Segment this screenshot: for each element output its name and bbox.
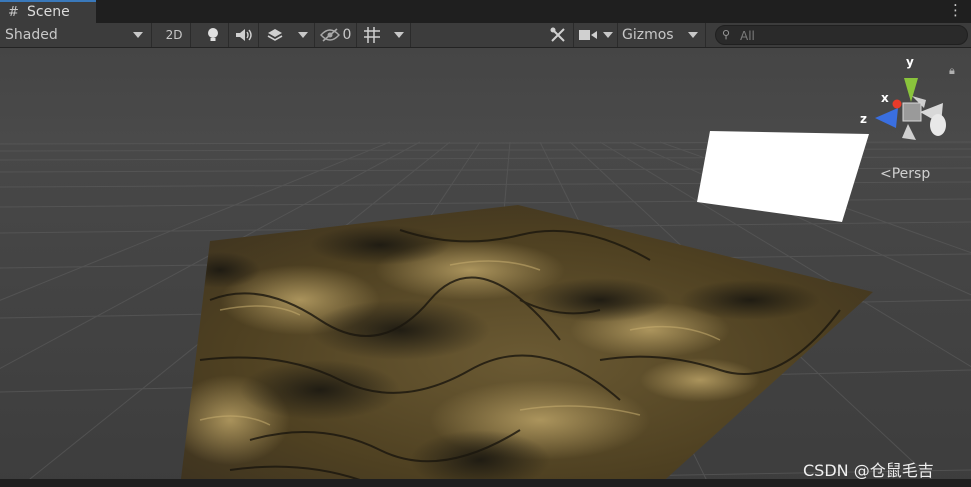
tab-scene[interactable]: # Scene (0, 0, 96, 23)
perspective-icon: < (880, 166, 892, 182)
lightbulb-icon (207, 28, 218, 41)
gizmos-label: Gizmos (622, 27, 674, 43)
grid-dropdown[interactable] (387, 23, 411, 47)
effects-toggle[interactable] (259, 23, 291, 47)
speaker-icon (235, 29, 252, 41)
mode-2d-label: 2D (165, 28, 183, 42)
tab-bar: # Scene ⋮ (0, 0, 971, 23)
chevron-down-icon (297, 32, 308, 38)
camera-dropdown[interactable] (574, 23, 618, 47)
scene-toolbar: Shaded 2D 0 Gizmos ⚲ All (0, 23, 971, 48)
camera-icon (578, 30, 597, 40)
tools-icon (550, 27, 565, 42)
chevron-down-icon (602, 32, 613, 38)
lock-icon[interactable]: 🔒︎ (949, 64, 955, 78)
scene-visibility-toggle[interactable]: 0 (315, 23, 357, 47)
grid-snap-icon (364, 27, 380, 43)
chevron-down-icon (687, 32, 698, 38)
gizmos-dropdown[interactable] (680, 23, 706, 47)
chevron-down-icon (133, 32, 143, 38)
gizmo-z-label: z (860, 112, 867, 126)
tab-scene-label: Scene (27, 4, 70, 20)
projection-label: Persp (891, 166, 931, 182)
shading-mode-label: Shaded (5, 27, 58, 43)
tools-toggle[interactable] (543, 23, 574, 47)
scene-viewport[interactable]: y x z (0, 48, 971, 487)
shading-mode-dropdown[interactable]: Shaded (0, 23, 152, 47)
gizmos-button[interactable]: Gizmos (618, 23, 680, 47)
scene-search[interactable]: ⚲ (715, 25, 968, 45)
scene-render (0, 48, 971, 487)
projection-toggle[interactable]: <Persp (880, 166, 930, 182)
bottom-panel-bar (0, 479, 971, 487)
more-options-icon[interactable]: ⋮ (948, 1, 963, 19)
hidden-eye-icon (319, 28, 340, 42)
grid-toggle[interactable] (357, 23, 387, 47)
search-icon: ⚲ (722, 28, 731, 41)
chevron-down-icon (393, 32, 404, 38)
effects-dropdown[interactable] (291, 23, 315, 47)
hidden-object-count: 0 (342, 27, 352, 43)
search-input[interactable] (738, 27, 962, 45)
gizmo-y-label: y (906, 55, 914, 69)
grid-icon: # (8, 5, 19, 20)
layers-icon (267, 29, 283, 41)
lighting-toggle[interactable] (197, 23, 229, 47)
gizmo-x-label: x (881, 91, 889, 105)
watermark: CSDN @仓鼠毛吉 (803, 461, 934, 480)
gizmo-center-cube[interactable] (902, 102, 922, 122)
audio-toggle[interactable] (229, 23, 259, 47)
mode-2d-button[interactable]: 2D (158, 23, 191, 47)
gizmo-x-axis[interactable] (892, 99, 902, 109)
